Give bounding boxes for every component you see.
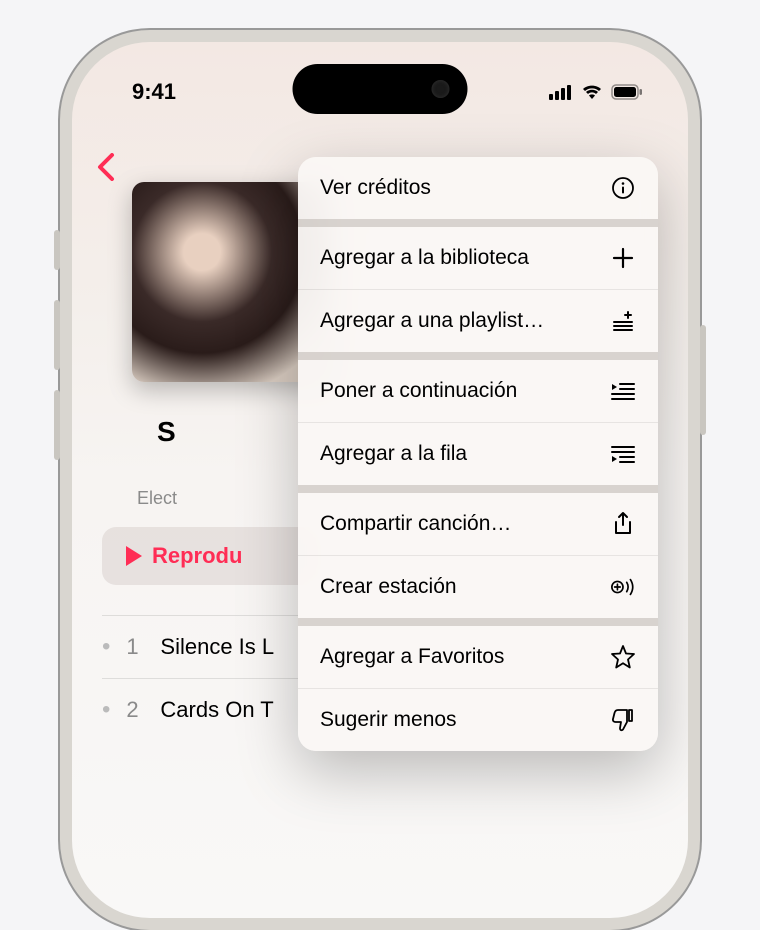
- menu-item-credits[interactable]: Ver créditos: [298, 157, 658, 219]
- menu-separator: [298, 352, 658, 360]
- share-icon: [610, 511, 636, 537]
- status-time: 9:41: [132, 79, 176, 105]
- info-icon: [610, 175, 636, 201]
- status-indicators: [549, 84, 643, 100]
- play-icon: [126, 546, 142, 566]
- plus-icon: [610, 245, 636, 271]
- menu-item-suggest-less[interactable]: Sugerir menos: [298, 688, 658, 751]
- play-next-icon: [610, 378, 636, 404]
- side-button-volume-up: [54, 300, 60, 370]
- screen: 9:41 S Elect: [72, 42, 688, 918]
- side-button-volume-down: [54, 390, 60, 460]
- cellular-icon: [549, 84, 573, 100]
- track-title: Silence Is L: [160, 634, 274, 660]
- menu-item-share[interactable]: Compartir canción…: [298, 493, 658, 555]
- menu-label: Agregar a Favoritos: [320, 645, 504, 669]
- menu-item-add-queue[interactable]: Agregar a la fila: [298, 422, 658, 485]
- side-button-power: [700, 325, 706, 435]
- menu-label: Sugerir menos: [320, 708, 457, 732]
- play-last-icon: [610, 441, 636, 467]
- menu-label: Agregar a una playlist…: [320, 309, 544, 333]
- menu-separator: [298, 618, 658, 626]
- track-number: 1: [126, 634, 144, 660]
- battery-icon: [611, 84, 643, 100]
- menu-label: Ver créditos: [320, 176, 431, 200]
- menu-label: Poner a continuación: [320, 379, 517, 403]
- side-button-silence: [54, 230, 60, 270]
- add-playlist-icon: [610, 308, 636, 334]
- phone-frame: 9:41 S Elect: [60, 30, 700, 930]
- menu-item-play-next[interactable]: Poner a continuación: [298, 360, 658, 422]
- thumbs-down-icon: [610, 707, 636, 733]
- dynamic-island: [293, 64, 468, 114]
- play-label: Reprodu: [152, 543, 242, 569]
- star-icon: [610, 644, 636, 670]
- play-button[interactable]: Reprodu: [102, 527, 322, 585]
- menu-item-add-playlist[interactable]: Agregar a una playlist…: [298, 289, 658, 352]
- menu-item-create-station[interactable]: Crear estación: [298, 555, 658, 618]
- menu-separator: [298, 219, 658, 227]
- station-icon: [610, 574, 636, 600]
- track-title: Cards On T: [160, 697, 273, 723]
- track-number: 2: [126, 697, 144, 723]
- menu-label: Crear estación: [320, 575, 457, 599]
- menu-separator: [298, 485, 658, 493]
- menu-item-favorite[interactable]: Agregar a Favoritos: [298, 626, 658, 688]
- menu-item-add-library[interactable]: Agregar a la biblioteca: [298, 227, 658, 289]
- menu-label: Agregar a la biblioteca: [320, 246, 529, 270]
- camera-icon: [432, 80, 450, 98]
- menu-label: Compartir canción…: [320, 512, 511, 536]
- menu-label: Agregar a la fila: [320, 442, 467, 466]
- back-button[interactable]: [97, 153, 115, 181]
- context-menu: Ver créditos Agregar a la biblioteca Agr…: [298, 157, 658, 751]
- wifi-icon: [581, 84, 603, 100]
